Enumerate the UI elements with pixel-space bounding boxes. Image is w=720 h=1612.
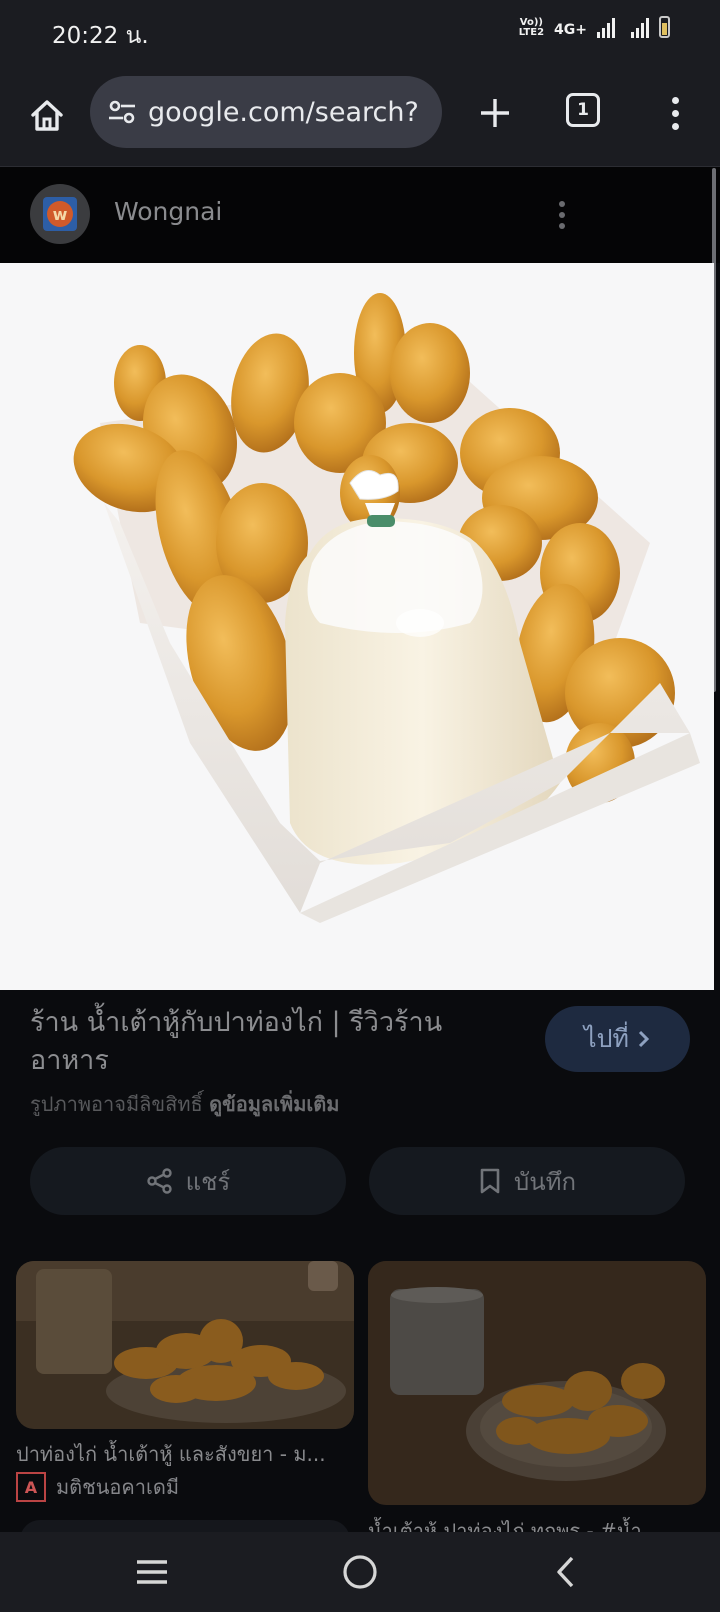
status-bar: 20:22 น. Vo)) LTE2 4G+: [0, 0, 720, 68]
related-image-1[interactable]: [16, 1261, 354, 1429]
share-icon: [146, 1168, 172, 1194]
patongko-soymilk-image: [0, 263, 714, 990]
learn-more-link[interactable]: ดูข้อมูลเพิ่มเติม: [209, 1092, 339, 1116]
wongnai-logo-icon: w: [43, 197, 77, 231]
recents-button[interactable]: [122, 1542, 182, 1602]
bookmark-icon: [480, 1168, 500, 1194]
chevron-right-icon: [638, 1030, 650, 1048]
preview-image[interactable]: [0, 263, 714, 990]
result-title[interactable]: ร้าน น้ำเต้าหู้กับปาท่องไก่ | รีวิวร้านอ…: [30, 1004, 500, 1080]
browser-toolbar: google.com/search? 1: [0, 68, 720, 167]
source-name[interactable]: Wongnai: [114, 197, 222, 226]
share-label: แชร์: [185, 1167, 231, 1196]
share-button[interactable]: แชร์: [30, 1147, 346, 1215]
site-settings-button[interactable]: [106, 96, 138, 128]
plus-icon: [481, 99, 509, 127]
circle-home-icon: [343, 1555, 377, 1589]
copyright-text: รูปภาพอาจมีลิขสิทธิ์: [30, 1092, 203, 1116]
save-label: บันทึก: [514, 1167, 576, 1196]
system-nav-bar: [0, 1532, 720, 1612]
result-info: ร้าน น้ำเต้าหู้กับปาท่องไก่ | รีวิวร้านอ…: [0, 990, 720, 1260]
copyright-notice: รูปภาพอาจมีลิขสิทธิ์ ดูข้อมูลเพิ่มเติม: [30, 1088, 339, 1120]
recents-icon: [137, 1560, 167, 1584]
source-avatar[interactable]: w: [30, 184, 90, 244]
related-image-2[interactable]: [368, 1261, 706, 1505]
tune-icon: [109, 100, 135, 124]
related-caption-1[interactable]: ปาท่องไก่ น้ำเต้าหู้ และสังขยา - ม...: [16, 1438, 354, 1470]
volte-icon: Vo)) LTE2: [518, 17, 545, 38]
save-button[interactable]: บันทึก: [369, 1147, 685, 1215]
back-icon: [557, 1556, 574, 1588]
signal-icon: [597, 18, 615, 38]
matichon-logo-icon: A: [16, 1472, 46, 1502]
address-bar[interactable]: google.com/search?: [90, 76, 442, 148]
image-source-header: w Wongnai: [0, 167, 720, 263]
related-thumbnail-1: [16, 1261, 354, 1429]
related-source-name-1: มติชนอคาเดมี: [56, 1475, 180, 1499]
visit-button[interactable]: ไปที่: [545, 1006, 690, 1072]
tab-switcher-button[interactable]: 1: [566, 93, 600, 127]
battery-icon: [659, 16, 670, 38]
status-time: 20:22 น.: [52, 23, 149, 49]
back-button[interactable]: [536, 1542, 596, 1602]
network-type: 4G+: [554, 22, 587, 38]
nav-home-button[interactable]: [330, 1542, 390, 1602]
related-thumbnail-2: [368, 1261, 706, 1505]
source-more-icon[interactable]: [552, 193, 572, 237]
more-vert-icon[interactable]: [662, 88, 688, 138]
url-text[interactable]: google.com/search?: [148, 97, 419, 128]
signal-icon-2: [631, 18, 649, 38]
related-source-1[interactable]: A มติชนอคาเดมี: [16, 1471, 179, 1503]
home-button[interactable]: [22, 90, 72, 140]
status-icons: Vo)) LTE2 4G+: [519, 16, 670, 38]
home-icon: [31, 100, 63, 131]
visit-label: ไปที่: [584, 1024, 629, 1053]
new-tab-button[interactable]: [470, 88, 520, 138]
